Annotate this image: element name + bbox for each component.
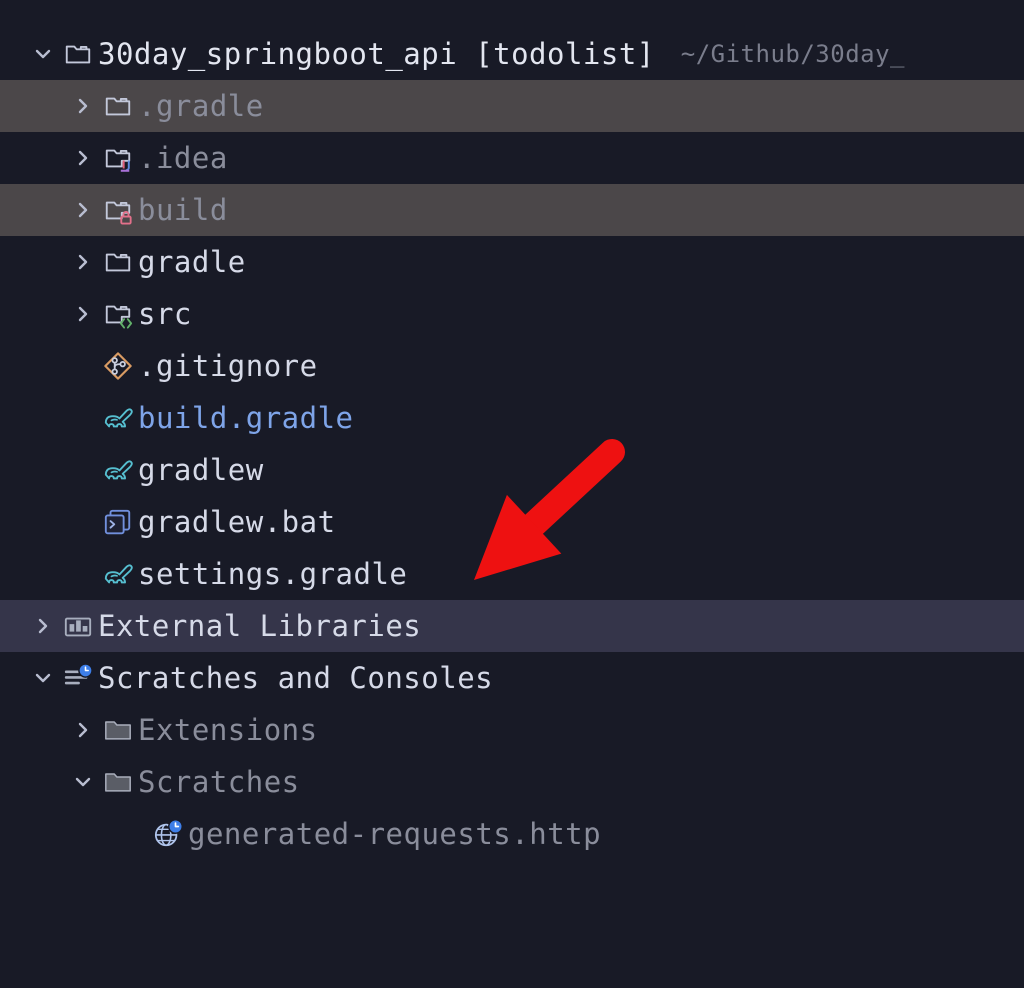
tree-row-label: Extensions — [138, 713, 318, 747]
folder-excluded-icon — [98, 184, 138, 236]
chevron-down-icon[interactable] — [28, 652, 58, 704]
folder-idea-icon: IJ — [98, 132, 138, 184]
chevron-right-icon[interactable] — [68, 288, 98, 340]
tree-row[interactable]: settings.gradle — [0, 548, 1024, 600]
folder-icon — [98, 80, 138, 132]
folder-source-icon — [98, 288, 138, 340]
gradle-icon — [98, 444, 138, 496]
folder-icon — [58, 28, 98, 80]
folder-icon — [98, 236, 138, 288]
script-icon — [98, 496, 138, 548]
tree-row-label: .idea — [138, 141, 228, 175]
tree-row[interactable]: generated-requests.http — [0, 808, 1024, 860]
tree-row-label: Scratches and Consoles — [98, 661, 494, 695]
tree-row[interactable]: src — [0, 288, 1024, 340]
http-request-icon — [148, 808, 188, 860]
tree-row[interactable]: build.gradle — [0, 392, 1024, 444]
tree-row[interactable]: gradle — [0, 236, 1024, 288]
project-path-label: ~/Github/30day_ — [680, 40, 905, 68]
tree-row[interactable]: External Libraries — [0, 600, 1024, 652]
chevron-right-icon[interactable] — [68, 236, 98, 288]
chevron-down-icon[interactable] — [28, 28, 58, 80]
svg-text:J: J — [126, 159, 131, 171]
svg-text:I: I — [122, 159, 126, 171]
chevron-right-icon[interactable] — [68, 704, 98, 756]
tree-row-label: gradle — [138, 245, 246, 279]
tree-row[interactable]: Extensions — [0, 704, 1024, 756]
gradle-icon — [98, 548, 138, 600]
tree-row[interactable]: Scratches and Consoles — [0, 652, 1024, 704]
chevron-right-icon[interactable] — [28, 600, 58, 652]
tree-row-label: settings.gradle — [138, 557, 408, 591]
tree-row-label: Scratches — [138, 765, 300, 799]
chevron-down-icon[interactable] — [68, 756, 98, 808]
tree-row-label: .gitignore — [138, 349, 318, 383]
tree-row[interactable]: .gitignore — [0, 340, 1024, 392]
tree-row[interactable]: .gradle — [0, 80, 1024, 132]
tree-row-label: gradlew — [138, 453, 264, 487]
folder-filled-icon — [98, 704, 138, 756]
tree-row-label: .gradle — [138, 89, 264, 123]
tree-row-label: External Libraries — [98, 609, 422, 643]
tree-row[interactable]: Scratches — [0, 756, 1024, 808]
chevron-right-icon[interactable] — [68, 80, 98, 132]
tree-row[interactable]: 30day_springboot_api [todolist] ~/Github/… — [0, 28, 1024, 80]
tree-row[interactable]: build — [0, 184, 1024, 236]
chevron-right-icon[interactable] — [68, 184, 98, 236]
tree-row-label: gradlew.bat — [138, 505, 336, 539]
library-icon — [58, 600, 98, 652]
project-tool-window[interactable]: 30day_springboot_api [todolist] ~/Github/… — [0, 28, 1024, 860]
gradle-icon — [98, 392, 138, 444]
tree-row[interactable]: gradlew — [0, 444, 1024, 496]
chevron-right-icon[interactable] — [68, 132, 98, 184]
tree-row-label: src — [138, 297, 192, 331]
tree-row-label: 30day_springboot_api [todolist] — [98, 37, 655, 71]
scratches-icon — [58, 652, 98, 704]
folder-filled-icon — [98, 756, 138, 808]
tree-row-label: generated-requests.http — [188, 817, 602, 851]
tree-row[interactable]: I J .idea — [0, 132, 1024, 184]
git-icon — [98, 340, 138, 392]
tree-row[interactable]: gradlew.bat — [0, 496, 1024, 548]
tree-row-label: build — [138, 193, 228, 227]
tree-row-label: build.gradle — [138, 401, 354, 435]
